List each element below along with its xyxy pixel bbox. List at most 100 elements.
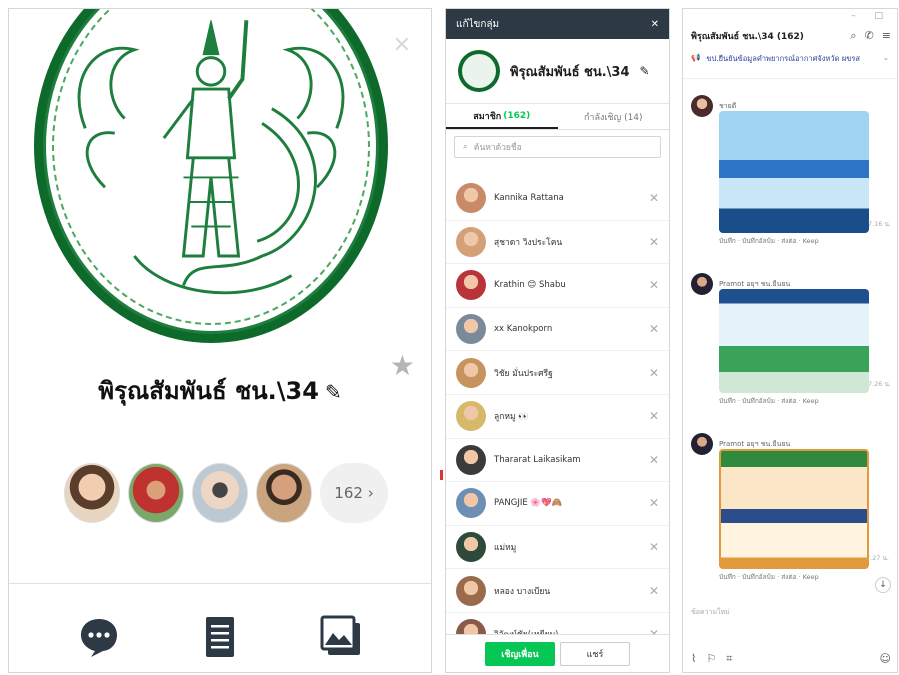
search-icon[interactable]: ⌕	[850, 29, 856, 43]
remove-member-icon[interactable]: ✕	[649, 540, 659, 554]
message-actions[interactable]: บันทึก · บันทึกอัลบ้ม · ส่งต่อ · Keep	[719, 396, 891, 406]
divider	[9, 583, 431, 584]
group-name-text: พิรุณสัมพันธ์ ชน.\34	[98, 377, 319, 405]
tab-pending[interactable]: กำลังเชิญ (14)	[558, 104, 670, 129]
message-input[interactable]: ข้อความใหม่	[691, 607, 730, 618]
member-name: xx Kanokporn	[494, 324, 553, 335]
avatar[interactable]	[456, 532, 486, 563]
avatar[interactable]	[456, 357, 486, 388]
sender-name: ชายดี	[719, 101, 737, 110]
remove-member-icon[interactable]: ✕	[649, 322, 659, 336]
avatar[interactable]	[256, 463, 312, 523]
bookmark-icon[interactable]: ⚐	[706, 652, 716, 666]
announcement-bar[interactable]: 📢 ขป.ยืนยันข้อมูลคำพยากรณ์อากาศจังหวัด ผ…	[683, 49, 897, 79]
group-cover-emblem	[34, 9, 388, 343]
notes-icon[interactable]	[198, 615, 242, 659]
attach-icon[interactable]: ⌇	[691, 652, 696, 666]
remove-member-icon[interactable]: ✕	[649, 496, 659, 510]
avatar[interactable]	[128, 463, 184, 523]
member-name: แม่หมู	[494, 543, 517, 554]
member-avatar-row: 162 ›	[64, 463, 388, 523]
seal-artwork	[77, 20, 345, 295]
edit-group-header: พิรุณสัมพันธ์ ชน.\34 ✎	[446, 39, 669, 104]
edit-group-footer: เชิญเพื่อน แชร์	[446, 634, 669, 672]
member-row[interactable]: วิชัย มั่นประศรีฐ ✕	[446, 351, 669, 395]
search-icon: ⌕	[463, 142, 468, 152]
pencil-icon[interactable]: ✎	[640, 64, 650, 78]
member-row[interactable]: Thararat Laikasikam ✕	[446, 439, 669, 483]
close-icon[interactable]: ✕	[651, 19, 659, 30]
member-row[interactable]: PANGJIE 🌸💖🙈 ✕	[446, 482, 669, 526]
member-row[interactable]: สุชาดา วิงประโคน ✕	[446, 221, 669, 265]
remove-member-icon[interactable]: ✕	[649, 366, 659, 380]
avatar[interactable]	[456, 488, 486, 519]
member-count-button[interactable]: 162 ›	[320, 463, 388, 523]
member-tabs: สมาชิก (162) กำลังเชิญ (14)	[446, 104, 669, 130]
close-icon[interactable]: ✕	[393, 33, 411, 58]
remove-member-icon[interactable]: ✕	[649, 409, 659, 423]
member-name: สุชาดา วิงประโคน	[494, 237, 563, 248]
megaphone-icon: 📢	[691, 53, 701, 62]
avatar[interactable]	[456, 401, 486, 432]
chat-icon[interactable]	[77, 615, 121, 659]
edit-group-title: แก้ไขกลุ่ม	[456, 18, 500, 30]
chat-message: Pramot อยุฯ ชน.ยืนยน 7.26 น. บันทึก · บั…	[691, 273, 891, 406]
chat-toolbar: ⌇ ⚐ ⌗ ☺	[691, 652, 891, 666]
member-row[interactable]: หลอง บางเบียน ✕	[446, 569, 669, 613]
member-name: Thararat Laikasikam	[494, 454, 581, 465]
tab-members-count: (162)	[503, 110, 531, 121]
group-avatar[interactable]	[458, 50, 500, 92]
pencil-icon[interactable]: ✎	[325, 380, 342, 404]
member-row[interactable]: Krathin 😊 Shabu ✕	[446, 264, 669, 308]
invite-friends-button[interactable]: เชิญเพื่อน	[485, 641, 555, 666]
phone-icon[interactable]: ✆	[865, 29, 874, 43]
emoji-icon[interactable]: ☺	[880, 652, 891, 666]
member-name: ลูกหมู 👀	[494, 412, 529, 423]
avatar[interactable]	[64, 463, 120, 523]
chat-message: Pramot อยุฯ ชน.ยืนยน 7.27 น. บันทึก · บั…	[691, 433, 891, 582]
message-actions[interactable]: บันทึก · บันทึกอัลบ้ม · ส่งต่อ · Keep	[719, 236, 891, 246]
search-placeholder: ค้นหาด้วยชื่อ	[473, 143, 522, 153]
menu-icon[interactable]: ≡	[882, 29, 891, 43]
member-name: Kannika Rattana	[494, 193, 564, 204]
avatar[interactable]	[456, 314, 486, 345]
message-actions[interactable]: บันทึก · บันทึกอัลบ้ม · ส่งต่อ · Keep	[719, 572, 891, 582]
remove-member-icon[interactable]: ✕	[649, 584, 659, 598]
chevron-down-icon[interactable]: ⌄	[883, 53, 889, 74]
group-profile-panel: ✕ ★ พิรุณสัมพันธ์ ชน.\34 ✎ 162 ›	[8, 8, 432, 673]
crop-icon[interactable]: ⌗	[726, 652, 732, 666]
avatar[interactable]	[192, 463, 248, 523]
profile-actions	[9, 615, 431, 659]
avatar[interactable]	[691, 273, 713, 295]
remove-member-icon[interactable]: ✕	[649, 191, 659, 205]
avatar[interactable]	[456, 575, 486, 606]
avatar[interactable]	[691, 433, 713, 455]
scroll-down-button[interactable]: ↓	[875, 577, 891, 593]
avatar[interactable]	[456, 444, 486, 475]
member-row[interactable]: xx Kanokporn ✕	[446, 308, 669, 352]
message-time: 7.26 น.	[867, 380, 891, 388]
member-name: Krathin 😊 Shabu	[494, 280, 566, 291]
remove-member-icon[interactable]: ✕	[649, 235, 659, 249]
remove-member-icon[interactable]: ✕	[649, 453, 659, 467]
member-row[interactable]: Kannika Rattana ✕	[446, 177, 669, 221]
avatar[interactable]	[691, 95, 713, 117]
image-message[interactable]: 7.16 น.	[719, 111, 891, 233]
avatar[interactable]	[456, 270, 486, 301]
message-time: 7.27 น.	[865, 554, 889, 562]
image-message[interactable]: 7.27 น.	[719, 449, 889, 569]
tab-members[interactable]: สมาชิก (162)	[446, 104, 558, 129]
member-row[interactable]: ลูกหมู 👀 ✕	[446, 395, 669, 439]
member-name: PANGJIE 🌸💖🙈	[494, 498, 563, 509]
member-search-input[interactable]: ⌕ ค้นหาด้วยชื่อ	[454, 136, 661, 158]
avatar[interactable]	[456, 226, 486, 257]
remove-member-icon[interactable]: ✕	[649, 278, 659, 292]
window-controls[interactable]: – □	[851, 11, 891, 21]
edit-group-panel: แก้ไขกลุ่ม ✕ พิรุณสัมพันธ์ ชน.\34 ✎ สมาช…	[445, 8, 670, 673]
message-time: 7.16 น.	[867, 220, 891, 228]
member-row[interactable]: แม่หมู ✕	[446, 526, 669, 570]
image-message[interactable]: 7.26 น.	[719, 289, 891, 393]
share-button[interactable]: แชร์	[560, 641, 630, 666]
album-icon[interactable]	[319, 615, 363, 659]
avatar[interactable]	[456, 183, 486, 214]
